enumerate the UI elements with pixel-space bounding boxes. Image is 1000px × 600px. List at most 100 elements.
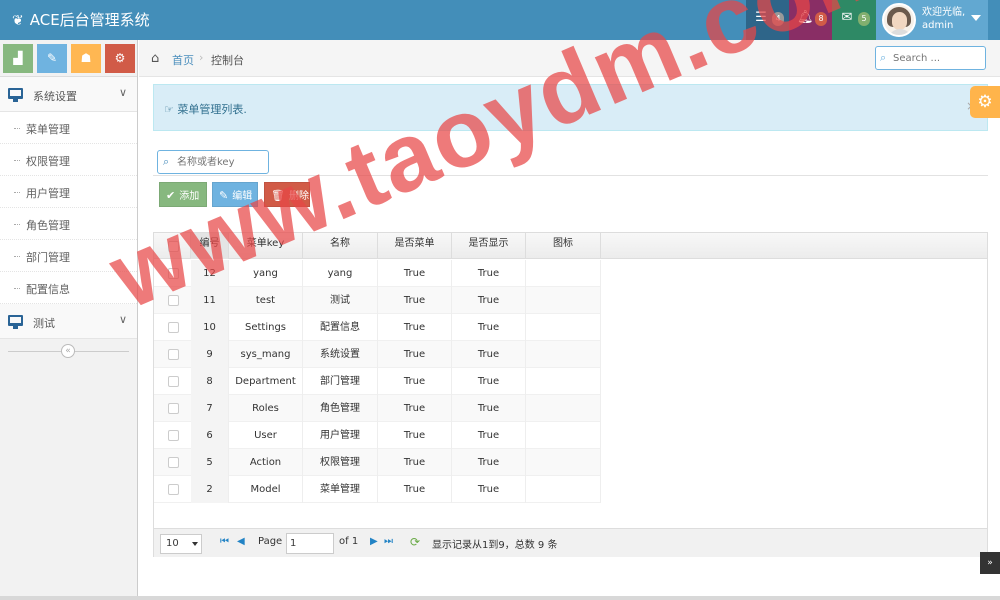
column-header-name[interactable]: 名称 xyxy=(303,233,378,259)
last-page-icon[interactable]: ⏭ xyxy=(384,536,393,547)
page-size-select[interactable]: 10 xyxy=(160,534,202,554)
cell-id: 2 xyxy=(191,476,229,503)
sidebar-item-permission-management[interactable]: 权限管理 xyxy=(0,144,137,176)
cogs-shortcut-button[interactable]: ⚙ xyxy=(105,44,135,73)
table-row[interactable]: 12 yang yang True True xyxy=(154,260,601,287)
table-row[interactable]: 9 sys_mang 系统设置 True True xyxy=(154,341,601,368)
row-checkbox[interactable] xyxy=(168,457,179,468)
row-checkbox[interactable] xyxy=(168,376,179,387)
users-shortcut-button[interactable]: ☗ xyxy=(71,44,101,73)
row-checkbox[interactable] xyxy=(168,322,179,333)
breadcrumb-home-link[interactable]: 首页 xyxy=(172,52,194,68)
cell-is-menu: True xyxy=(378,422,452,449)
table-row[interactable]: 6 User 用户管理 True True xyxy=(154,422,601,449)
table-row[interactable]: 8 Department 部门管理 True True xyxy=(154,368,601,395)
name-key-filter: ⌕ xyxy=(157,150,269,174)
table-row[interactable]: 5 Action 权限管理 True True xyxy=(154,449,601,476)
sidebar-collapse: « xyxy=(0,339,137,365)
sidebar-item-label: 权限管理 xyxy=(26,155,70,168)
sidebar-item-user-management[interactable]: 用户管理 xyxy=(0,176,137,208)
prev-page-icon[interactable]: ◀ xyxy=(237,536,245,547)
column-header-id[interactable]: 编号 xyxy=(191,233,229,259)
table-row[interactable]: 11 test 测试 True True xyxy=(154,287,601,314)
breadcrumb: ⌂ 首页 › 控制台 ⌕ xyxy=(139,40,1000,77)
add-button[interactable]: ✔ 添加 xyxy=(159,182,207,207)
sidebar-item-label: 部门管理 xyxy=(26,251,70,264)
cell-key: sys_mang xyxy=(229,341,303,368)
cogs-icon: ⚙ xyxy=(114,51,126,65)
sidebar-group-test[interactable]: 测试 ∨ xyxy=(0,304,137,339)
cell-is-visible: True xyxy=(452,314,526,341)
select-all-checkbox[interactable] xyxy=(168,241,179,252)
sidebar-item-label: 配置信息 xyxy=(26,283,70,296)
cell-id: 5 xyxy=(191,449,229,476)
column-header-is-visible[interactable]: 是否显示 xyxy=(452,233,526,259)
cell-icon xyxy=(526,314,601,341)
cell-is-menu: True xyxy=(378,368,452,395)
column-header-key[interactable]: 菜单key xyxy=(229,233,303,259)
brand[interactable]: ❦ ACE后台管理系统 xyxy=(12,0,150,40)
edit-icon: ✎ xyxy=(219,189,229,202)
row-checkbox[interactable] xyxy=(168,430,179,441)
user-menu[interactable]: 欢迎光临, admin xyxy=(876,0,988,40)
record-summary: 显示记录从1到9，总数 9 条 xyxy=(432,540,558,551)
notifications-button[interactable]: 🔔︎ 8 xyxy=(789,0,832,40)
row-checkbox[interactable] xyxy=(168,295,179,306)
row-checkbox[interactable] xyxy=(168,484,179,495)
user-name: admin xyxy=(922,20,954,31)
gear-icon: ⚙ xyxy=(977,92,993,112)
add-label: 添加 xyxy=(179,191,200,202)
cell-key: User xyxy=(229,422,303,449)
users-icon: ☗ xyxy=(80,51,92,65)
sidebar-item-department-management[interactable]: 部门管理 xyxy=(0,240,137,272)
scroll-top-button[interactable]: » xyxy=(980,552,1000,574)
double-angle-left-icon[interactable]: « xyxy=(61,344,75,358)
row-checkbox[interactable] xyxy=(168,403,179,414)
table-row[interactable]: 2 Model 菜单管理 True True xyxy=(154,476,601,503)
first-page-icon[interactable]: ⏮ xyxy=(220,536,229,547)
cell-is-menu: True xyxy=(378,341,452,368)
pencil-shortcut-button[interactable]: ✎ xyxy=(37,44,67,73)
name-key-input[interactable] xyxy=(177,155,265,170)
column-header-is-menu[interactable]: 是否菜单 xyxy=(378,233,452,259)
app-title: ACE后台管理系统 xyxy=(29,11,150,29)
cell-id: 9 xyxy=(191,341,229,368)
settings-gear-button[interactable]: ⚙ xyxy=(970,86,1000,118)
delete-button[interactable]: 🗑︎ 删除 xyxy=(264,182,310,207)
sidebar-item-config-info[interactable]: 配置信息 xyxy=(0,272,137,304)
cell-key: test xyxy=(229,287,303,314)
tasks-button[interactable]: ☰ 4 xyxy=(746,0,789,40)
alert-message: ☞ 菜单管理列表. xyxy=(164,101,247,117)
messages-button[interactable]: ✉ 5 xyxy=(832,0,876,40)
welcome-text: 欢迎光临, xyxy=(922,7,966,18)
menu-grid: 编号 菜单key 名称 是否菜单 是否显示 图标 12 yang yang True T… xyxy=(153,232,988,557)
table-row[interactable]: 10 Settings 配置信息 True True xyxy=(154,314,601,341)
breadcrumb-current: 控制台 xyxy=(211,54,244,67)
bottom-strip xyxy=(0,596,1000,600)
cell-icon xyxy=(526,449,601,476)
page-number-input[interactable]: 1 xyxy=(286,533,334,554)
sidebar-group-system-settings[interactable]: 系统设置 ∨ xyxy=(0,77,137,112)
page-total: of 1 xyxy=(339,536,359,547)
sidebar-item-role-management[interactable]: 角色管理 xyxy=(0,208,137,240)
column-header-icon[interactable]: 图标 xyxy=(526,233,601,259)
tasks-badge: 4 xyxy=(772,12,784,26)
navbar: ❦ ACE后台管理系统 ☰ 4 🔔︎ 8 ✉ 5 欢迎光临, admin xyxy=(0,0,1000,40)
desktop-icon xyxy=(8,315,23,329)
cell-is-menu: True xyxy=(378,314,452,341)
edit-button[interactable]: ✎ 编辑 xyxy=(212,182,258,207)
tasks-icon: ☰ xyxy=(755,10,767,25)
cell-is-visible: True xyxy=(452,260,526,287)
search-input[interactable] xyxy=(893,50,981,66)
caret-down-icon xyxy=(971,15,981,21)
cell-icon xyxy=(526,368,601,395)
next-page-icon[interactable]: ▶ xyxy=(370,536,378,547)
cell-key: Model xyxy=(229,476,303,503)
row-checkbox[interactable] xyxy=(168,349,179,360)
sidebar-item-menu-management[interactable]: 菜单管理 xyxy=(0,112,137,144)
row-checkbox[interactable] xyxy=(168,268,179,279)
signal-shortcut-button[interactable]: ▟ xyxy=(3,44,33,73)
delete-label: 删除 xyxy=(288,191,309,202)
table-row[interactable]: 7 Roles 角色管理 True True xyxy=(154,395,601,422)
refresh-icon[interactable]: ⟳ xyxy=(410,535,420,549)
